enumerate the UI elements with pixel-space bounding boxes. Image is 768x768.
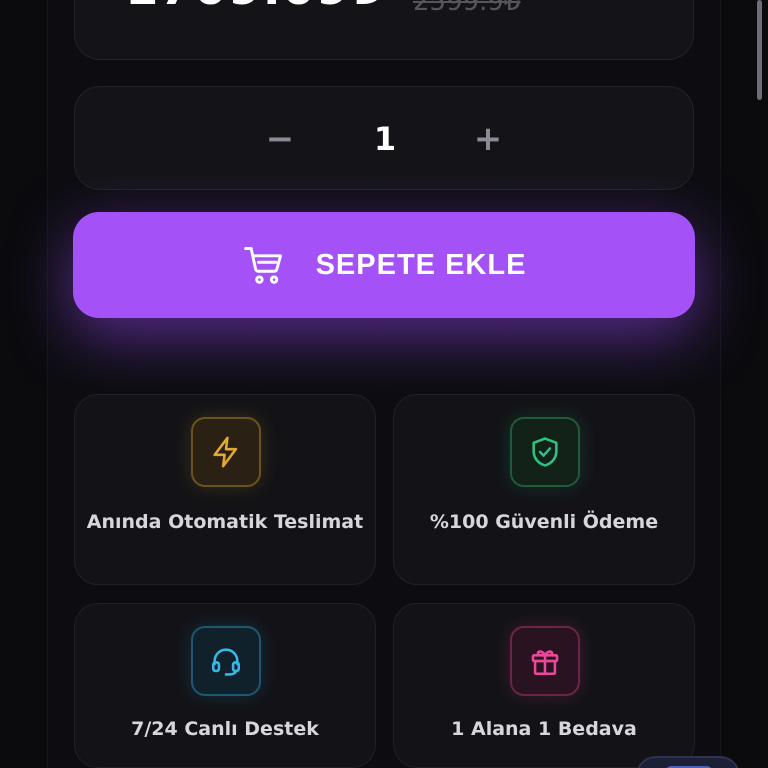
- left-panel: [0, 0, 48, 768]
- feature-icon-box: [191, 626, 261, 696]
- right-panel: [720, 0, 768, 768]
- feature-icon-box: [510, 626, 580, 696]
- price-card: 1709.09₺ 2599.9₺: [74, 0, 694, 60]
- current-price: 1709.09₺: [125, 0, 385, 19]
- cart-icon: [243, 247, 282, 284]
- lightning-icon: [213, 436, 238, 468]
- feature-text: 1 Alana 1 Bedava: [451, 718, 637, 740]
- gift-icon: [531, 650, 559, 676]
- floating-action-button[interactable]: [636, 756, 740, 768]
- feature-secure-payment: %100 Güvenli Ödeme: [393, 394, 695, 585]
- feature-text: Anında Otomatik Teslimat: [86, 511, 364, 533]
- feature-buy-one-get-one: 1 Alana 1 Bedava: [393, 603, 695, 768]
- add-to-cart-button[interactable]: SEPETE EKLE: [73, 212, 695, 318]
- feature-icon-box: [191, 417, 261, 487]
- shield-check-icon: [532, 437, 558, 467]
- feature-text: 7/24 Canlı Destek: [131, 718, 319, 740]
- scrollbar-thumb[interactable]: [757, 0, 762, 100]
- add-to-cart-label: SEPETE EKLE: [315, 248, 527, 281]
- old-price: 2599.9₺: [413, 0, 521, 17]
- decrease-quantity-button[interactable]: −: [258, 117, 302, 161]
- quantity-stepper: − 1 +: [74, 86, 694, 190]
- feature-text: %100 Güvenli Ödeme: [429, 511, 659, 533]
- feature-live-support: 7/24 Canlı Destek: [74, 603, 376, 768]
- headset-icon: [211, 648, 241, 676]
- product-page: 1709.09₺ 2599.9₺ − 1 + SEPETE EKLE Anınd…: [0, 0, 768, 768]
- feature-icon-box: [510, 417, 580, 487]
- feature-instant-delivery: Anında Otomatik Teslimat: [74, 394, 376, 585]
- increase-quantity-button[interactable]: +: [466, 117, 510, 161]
- quantity-value: 1: [373, 120, 397, 158]
